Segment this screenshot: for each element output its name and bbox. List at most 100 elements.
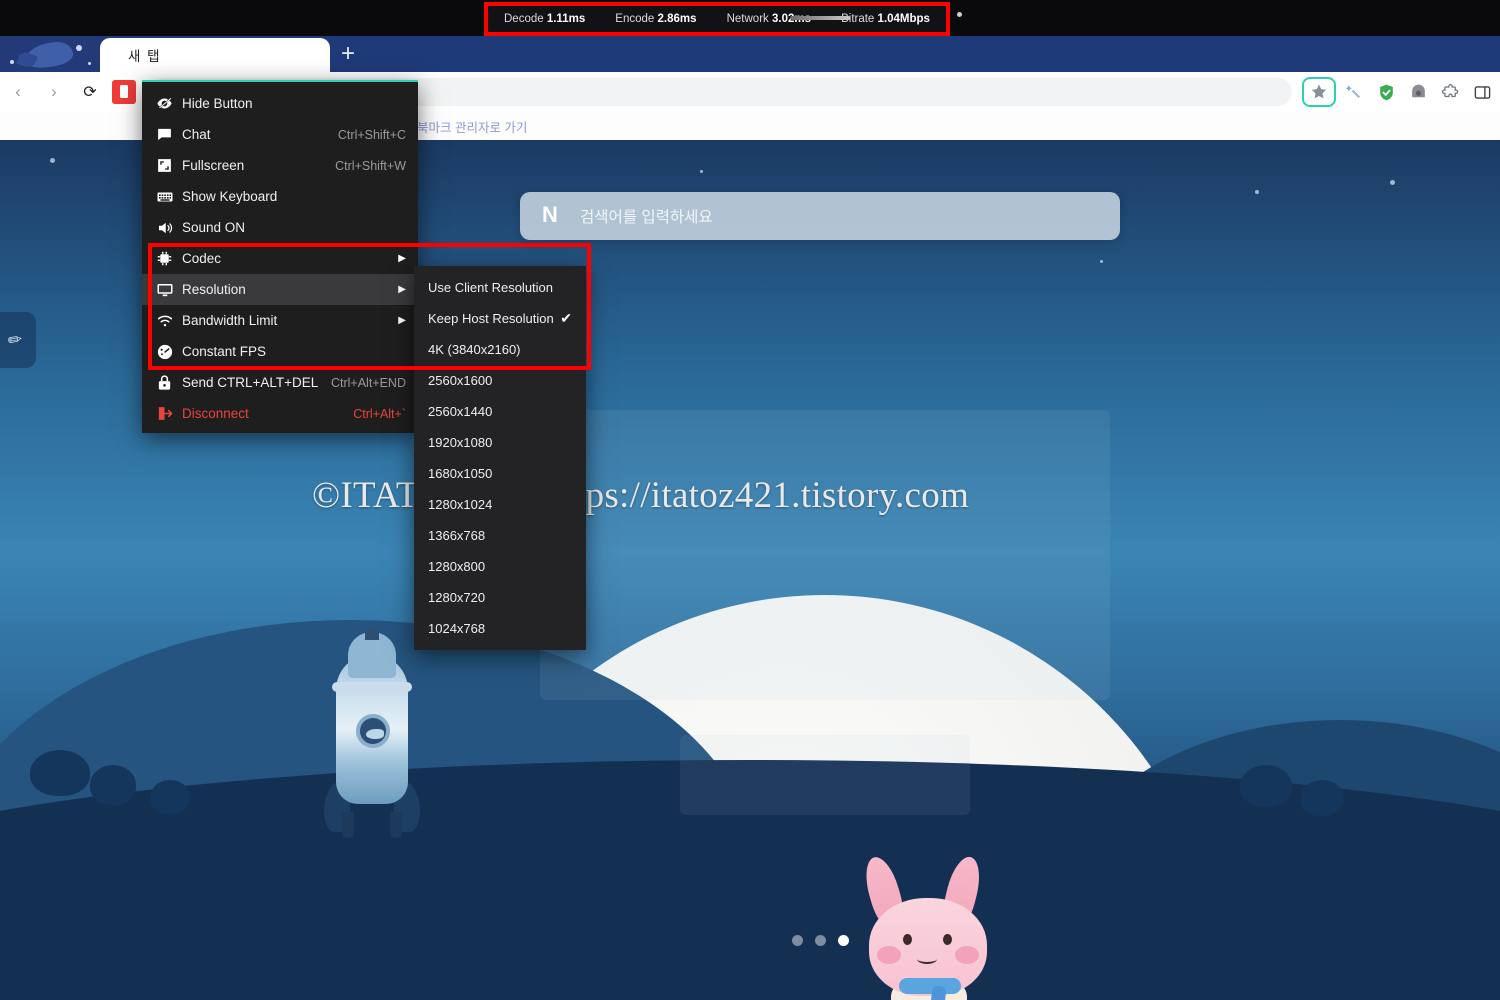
submenu-item-1280x800[interactable]: 1280x800 (414, 551, 586, 582)
menu-label: Codec (182, 251, 222, 266)
submenu-item-keep-host-resolution[interactable]: Keep Host Resolution ✔ (414, 303, 586, 334)
bunny-scarf (899, 978, 961, 994)
menu-item-chat[interactable]: Chat Ctrl+Shift+C (142, 119, 418, 150)
submenu-item-1024x768[interactable]: 1024x768 (414, 613, 586, 644)
stats-overlay-box: Decode 1.11ms Encode 2.86ms Network 3.02… (484, 2, 950, 36)
edit-pencil-tab[interactable]: ✏ (0, 312, 36, 368)
menu-label: Resolution (182, 282, 246, 297)
submenu-item-2560x1600[interactable]: 2560x1600 (414, 365, 586, 396)
reload-button[interactable]: ⟳ (72, 74, 108, 110)
submenu-label: 2560x1600 (428, 373, 493, 388)
menu-item-codec[interactable]: Codec ▶ (142, 243, 418, 274)
carousel-dot-3[interactable] (838, 935, 849, 946)
submenu-label: Use Client Resolution (428, 280, 554, 295)
pencil-icon: ✏ (6, 329, 24, 351)
keyboard-icon (156, 188, 182, 206)
menu-item-bandwidth-limit[interactable]: Bandwidth Limit ▶ (142, 305, 418, 336)
tree-shape (90, 765, 136, 805)
menu-item-constant-fps[interactable]: Constant FPS (142, 336, 418, 367)
back-button[interactable]: ‹ (0, 74, 36, 110)
submenu-label: 1366x768 (428, 528, 486, 543)
forward-button[interactable]: › (36, 74, 72, 110)
submenu-label: 1280x800 (428, 559, 486, 574)
rocket-leg (342, 812, 354, 838)
sidebar-panel-icon[interactable] (1468, 78, 1496, 106)
menu-item-show-keyboard[interactable]: Show Keyboard (142, 181, 418, 212)
menu-item-disconnect[interactable]: Disconnect Ctrl+Alt+` (142, 398, 418, 429)
rocket-tip (365, 628, 379, 640)
stat-network-label: Network (726, 13, 769, 25)
remote-stats-strip: Decode 1.11ms Encode 2.86ms Network 3.02… (0, 0, 1500, 36)
submenu-label: 1920x1080 (428, 435, 493, 450)
submenu-item-1920x1080[interactable]: 1920x1080 (414, 427, 586, 458)
menu-label: Bandwidth Limit (182, 313, 278, 328)
monitor-icon (156, 281, 182, 299)
tab-title: 새 탭 (128, 49, 162, 64)
menu-item-resolution[interactable]: Resolution ▶ (142, 274, 418, 305)
menu-accel: Ctrl+Alt+` (353, 406, 406, 421)
rocket-leg (390, 812, 402, 838)
home-book-icon[interactable] (112, 80, 136, 104)
submenu-label: Keep Host Resolution (428, 311, 554, 326)
menu-item-hide-button[interactable]: Hide Button (142, 88, 418, 119)
bunny-cheek-left (877, 946, 901, 964)
submenu-item-1680x1050[interactable]: 1680x1050 (414, 458, 586, 489)
stat-encode-label: Encode (615, 13, 655, 25)
rocket-band (332, 682, 412, 692)
bitrate-slider[interactable] (790, 16, 850, 20)
search-input-placeholder: 검색어를 입력하세요 (580, 209, 713, 226)
naver-search-box[interactable]: N 검색어를 입력하세요 (520, 192, 1120, 240)
privacy-lock-icon[interactable] (1404, 78, 1432, 106)
submenu-item-use-client-resolution[interactable]: Use Client Resolution (414, 272, 586, 303)
submenu-label: 1280x720 (428, 590, 486, 605)
bookmark-star-icon[interactable] (1302, 77, 1336, 107)
submenu-label: 1024x768 (428, 621, 486, 636)
sound-icon (156, 219, 182, 237)
adguard-shield-icon[interactable] (1372, 78, 1400, 106)
carousel-dot-2[interactable] (815, 935, 826, 946)
browser-tab-bar: 새 탭 ⌄ (0, 36, 1500, 72)
chat-icon (156, 126, 182, 143)
menu-label: Show Keyboard (182, 189, 278, 204)
extensions-puzzle-icon[interactable] (1436, 78, 1464, 106)
menu-label: Disconnect (182, 406, 249, 421)
check-icon: ✔ (560, 310, 572, 326)
hide-button-icon (156, 95, 182, 112)
star-decoration (76, 45, 82, 51)
carousel-dots (792, 935, 849, 946)
stat-bitrate: Bitrate 1.04Mbps (841, 13, 930, 25)
carousel-dot-1[interactable] (792, 935, 803, 946)
remote-desktop-context-menu: Hide Button Chat Ctrl+Shift+C Fullscreen… (142, 80, 418, 433)
menu-item-sound[interactable]: Sound ON (142, 212, 418, 243)
menu-item-send-ctrl-alt-del[interactable]: Send CTRL+ALT+DEL Ctrl+Alt+END (142, 367, 418, 398)
stat-decode-label: Decode (504, 13, 544, 25)
submenu-arrow-icon: ▶ (398, 253, 406, 264)
menu-accel: Ctrl+Shift+W (335, 158, 406, 173)
bookmark-manager-link[interactable]: 북마크 관리자로 가기 (417, 117, 527, 136)
lock-icon (156, 374, 182, 391)
content-panel-placeholder-2 (680, 735, 970, 815)
menu-item-fullscreen[interactable]: Fullscreen Ctrl+Shift+W (142, 150, 418, 181)
sparkle-wand-icon[interactable] (1340, 78, 1368, 106)
screen-root: Decode 1.11ms Encode 2.86ms Network 3.02… (0, 0, 1500, 1000)
disconnect-icon (156, 405, 182, 422)
stat-bitrate-value: 1.04Mbps (877, 13, 930, 25)
stat-decode-value: 1.11ms (546, 13, 586, 25)
submenu-item-4k[interactable]: 4K (3840x2160) (414, 334, 586, 365)
new-tab-button[interactable]: + (334, 42, 362, 66)
submenu-item-1280x1024[interactable]: 1280x1024 (414, 489, 586, 520)
submenu-item-2560x1440[interactable]: 2560x1440 (414, 396, 586, 427)
rocket-porthole-whale-icon (356, 714, 390, 748)
submenu-item-1366x768[interactable]: 1366x768 (414, 520, 586, 551)
resolution-submenu: Use Client Resolution Keep Host Resoluti… (414, 266, 586, 650)
bunny-mouth (917, 954, 937, 964)
submenu-arrow-icon: ▶ (398, 315, 406, 326)
tree-shape (150, 780, 190, 814)
tab-new-tab[interactable]: 새 탭 (100, 38, 330, 72)
bunny-cheek-right (955, 946, 979, 964)
bunny-scarf-tail (929, 985, 947, 1000)
stat-decode: Decode 1.11ms (504, 13, 585, 25)
stat-encode-value: 2.86ms (657, 13, 697, 25)
submenu-item-1280x720[interactable]: 1280x720 (414, 582, 586, 613)
menu-accel: Ctrl+Shift+C (337, 127, 406, 142)
